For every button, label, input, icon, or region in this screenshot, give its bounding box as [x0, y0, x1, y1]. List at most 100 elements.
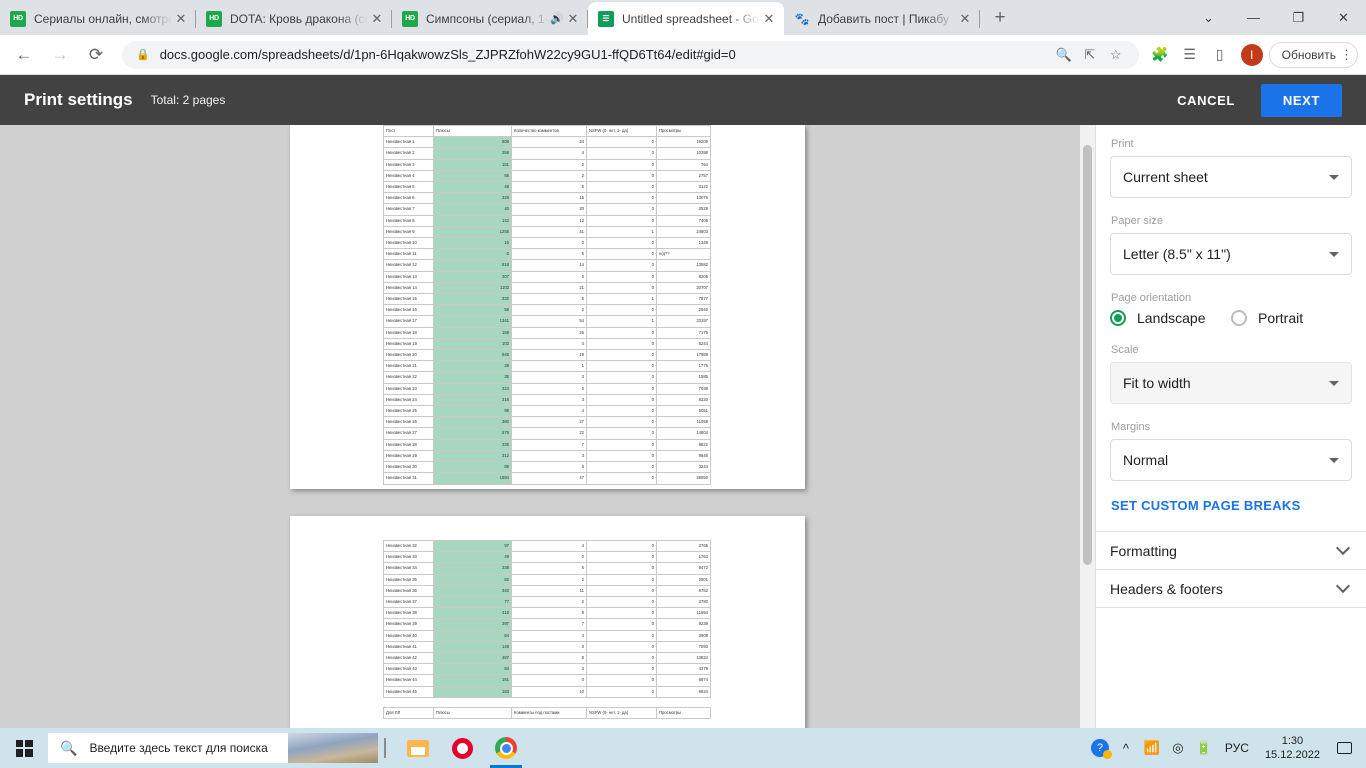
start-button[interactable]: [0, 728, 48, 768]
clock-date: 15.12.2022: [1264, 749, 1320, 761]
table-row: Неизвестная 4 65 2 0 2757: [383, 169, 711, 183]
table-cell: 0: [586, 472, 657, 485]
table-row: Неизвестная 24 216 3 0 8320: [383, 393, 711, 407]
tab-close-icon[interactable]: ✕: [564, 10, 582, 28]
browser-tab-2[interactable]: HD Симпсоны (сериал, 1-34 🔊 ✕: [392, 2, 588, 35]
table-cell: 312: [433, 449, 512, 463]
set-custom-page-breaks-button[interactable]: SET CUSTOM PAGE BREAKS: [1111, 498, 1352, 513]
browser-tab-strip: HD Сериалы онлайн, смотреть ✕ HD DOTA: Кров…: [0, 0, 1366, 35]
tab-close-icon[interactable]: ✕: [172, 10, 190, 28]
table-cell: 3: [511, 449, 587, 463]
table-row: Неизвестная 12 818 14 0 13582: [383, 259, 711, 272]
browser-tab-4[interactable]: 🐾 Добавить пост | Пикабу ✕: [784, 2, 980, 35]
browser-tab-3[interactable]: ☰ Untitled spreadsheet - Goog ✕: [588, 2, 784, 35]
accordion-formatting[interactable]: Formatting: [1096, 531, 1366, 569]
table-cell: 7093: [656, 640, 711, 654]
summary-column-header: Комменты под постами: [511, 707, 587, 720]
chevron-up-icon[interactable]: ^: [1113, 728, 1139, 768]
table-row: Неизвестная 6 328 15 0 13076: [383, 192, 711, 205]
help-alert-icon[interactable]: ?: [1087, 728, 1113, 768]
accordion-headers-footers[interactable]: Headers & footers: [1096, 569, 1366, 607]
table-cell: 4: [511, 337, 587, 351]
clock[interactable]: 1:30 15.12.2022: [1257, 734, 1328, 762]
forward-icon[interactable]: →: [44, 39, 76, 71]
table-cell: Неизвестная 17: [383, 315, 434, 328]
table-row: Неизвестная 43 84 3 0 4379: [383, 663, 711, 676]
battery-icon[interactable]: 🔋: [1191, 728, 1217, 768]
table-row: Неизвестная 17 1341 54 1 23197: [383, 315, 711, 328]
notification-icon[interactable]: [1328, 728, 1360, 768]
reading-list-icon[interactable]: ☰: [1175, 40, 1205, 70]
next-button[interactable]: NEXT: [1260, 83, 1342, 117]
tab-audio-icon[interactable]: 🔊: [550, 12, 564, 25]
table-cell: Неизвестная 31: [383, 472, 434, 485]
print-scope-select[interactable]: Current sheet: [1110, 156, 1352, 198]
reload-icon[interactable]: ⟳: [80, 39, 112, 71]
margins-select[interactable]: Normal: [1110, 439, 1352, 481]
bookmark-star-icon[interactable]: ☆: [1103, 47, 1129, 63]
accordion-formatting-label: Formatting: [1110, 542, 1177, 559]
new-tab-button[interactable]: +: [986, 4, 1014, 32]
maximize-icon[interactable]: ❐: [1276, 0, 1321, 35]
back-icon[interactable]: ←: [8, 39, 40, 71]
table-cell: 40: [433, 203, 512, 216]
tab-search-icon[interactable]: ⌄: [1186, 0, 1231, 35]
tab-close-icon[interactable]: ✕: [956, 10, 974, 28]
table-cell: Неизвестная 19: [383, 337, 434, 351]
share-icon[interactable]: ⇱: [1077, 47, 1103, 63]
address-bar[interactable]: 🔒 docs.google.com/spreadsheets/d/1pn-6Hq…: [122, 40, 1139, 69]
table-cell: 0: [586, 663, 657, 676]
app-body: Пост Плюсы Количество комментов NSFW (0- не…: [0, 125, 1366, 768]
tabs-container: HD Сериалы онлайн, смотреть ✕ HD DOTA: Кров…: [0, 0, 980, 35]
table-row: Неизвестная 21 38 1 0 1775: [383, 360, 711, 373]
radio-portrait[interactable]: Portrait: [1231, 310, 1352, 326]
paper-size-select[interactable]: Letter (8.5" x 11"): [1110, 233, 1352, 275]
table-row: Неизвестная 38 418 9 0 11894: [383, 607, 711, 620]
table-cell: 9239: [656, 618, 711, 631]
table-cell: 85: [433, 461, 512, 474]
close-icon[interactable]: ✕: [1321, 0, 1366, 35]
scale-select[interactable]: Fit to width: [1110, 362, 1352, 404]
table-cell: 4: [511, 405, 587, 418]
zoom-out-icon[interactable]: 🔍: [1051, 47, 1077, 63]
side-panel-icon[interactable]: ▯: [1205, 40, 1235, 70]
preview-scrollbar-thumb[interactable]: [1083, 145, 1092, 565]
table-cell: 0: [586, 203, 657, 216]
extensions-puzzle-icon[interactable]: 🧩: [1145, 40, 1175, 70]
browser-tab-0[interactable]: HD Сериалы онлайн, смотреть ✕: [0, 2, 196, 35]
tab-close-icon[interactable]: ✕: [760, 10, 778, 28]
browser-tab-1[interactable]: HD DOTA: Кровь дракона (сериа✕: [196, 2, 392, 35]
table-cell: 1585: [656, 371, 711, 384]
opera-icon[interactable]: [440, 728, 484, 768]
cancel-button[interactable]: CANCEL: [1165, 85, 1247, 116]
preview-scrollbar[interactable]: [1080, 125, 1095, 768]
column-header: NSFW (0- нет, 1- да): [586, 125, 657, 138]
preview-scroll-area[interactable]: Пост Плюсы Количество комментов NSFW (0- не…: [0, 125, 1095, 768]
table-row: Неизвестная 37 77 2 0 3780: [383, 596, 711, 609]
table-row: Неизвестная 39 297 7 0 9239: [383, 618, 711, 631]
language-indicator[interactable]: РУС: [1217, 741, 1257, 755]
radio-landscape[interactable]: Landscape: [1110, 310, 1231, 326]
avatar[interactable]: I: [1240, 43, 1263, 66]
taskbar-search-input[interactable]: 🔍 Введите здесь текст для поиска: [48, 733, 378, 763]
tab-close-icon[interactable]: ✕: [368, 10, 386, 28]
chrome-menu-icon[interactable]: ⋮: [1340, 48, 1353, 61]
table-cell: 0: [586, 360, 657, 373]
chrome-icon[interactable]: [484, 728, 528, 768]
radio-portrait-label: Portrait: [1258, 310, 1304, 326]
table-cell: 65: [433, 169, 512, 183]
table-cell: 82: [433, 573, 512, 586]
camera-icon[interactable]: ◎: [1165, 728, 1191, 768]
table-cell: Неизвестная 16: [383, 304, 434, 317]
table-cell: 0: [586, 551, 657, 564]
minimize-icon[interactable]: —: [1231, 0, 1276, 35]
update-button[interactable]: Обновить ⋮: [1268, 41, 1358, 68]
column-header: Просмотры: [656, 125, 711, 138]
chevron-down-icon: [1329, 174, 1339, 180]
column-header: Пост: [383, 125, 434, 138]
file-explorer-icon[interactable]: [396, 728, 440, 768]
table-cell: 0: [586, 438, 657, 451]
table-cell: 0: [586, 674, 657, 687]
summary-column-header: NSFW (0- нет, 1- да): [586, 707, 657, 720]
wifi-icon[interactable]: 📶: [1139, 728, 1165, 768]
